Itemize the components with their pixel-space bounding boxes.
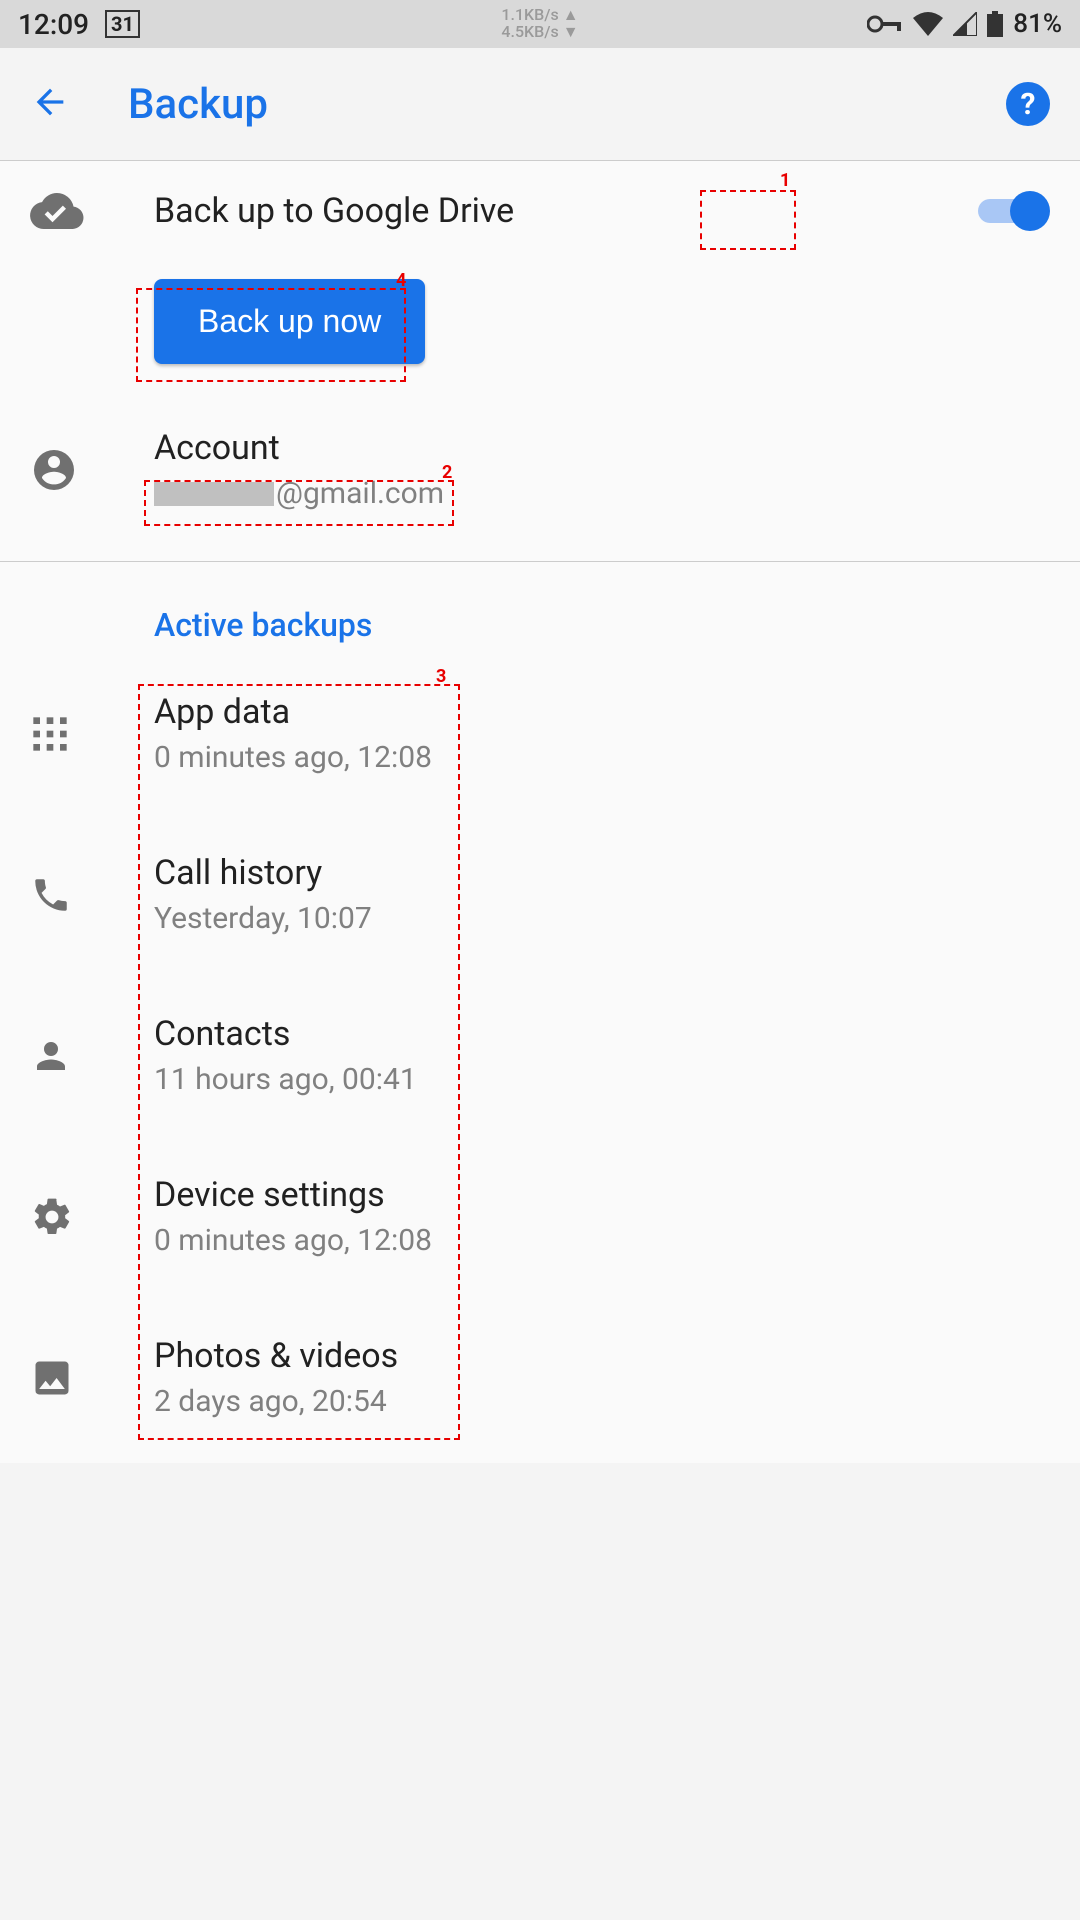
active-backups-header: Active backups: [0, 562, 1080, 658]
battery-percentage: 81%: [1013, 9, 1062, 39]
list-item-subtitle: 0 minutes ago, 12:08: [154, 740, 1050, 775]
phone-icon: [30, 874, 154, 916]
wifi-icon: [913, 12, 943, 36]
photos-videos-row[interactable]: Photos & videos 2 days ago, 20:54: [0, 1302, 1080, 1463]
account-circle-icon: [30, 446, 154, 494]
back-arrow-icon[interactable]: [30, 82, 70, 126]
app-data-row[interactable]: App data 0 minutes ago, 12:08: [0, 658, 1080, 819]
list-item-subtitle: 0 minutes ago, 12:08: [154, 1223, 1050, 1258]
backup-drive-label: Back up to Google Drive: [154, 191, 978, 231]
backup-now-button[interactable]: Back up now: [154, 279, 425, 364]
list-item-subtitle: 11 hours ago, 00:41: [154, 1062, 1050, 1097]
list-item-title: Photos & videos: [154, 1336, 1050, 1376]
backup-drive-toggle[interactable]: [978, 191, 1050, 231]
cloud-done-icon: [30, 193, 154, 229]
status-bar: 12:09 31 1.1KB/s ▲ 4.5KB/s ▼ 81%: [0, 0, 1080, 48]
cell-signal-icon: [953, 12, 977, 36]
list-item-title: App data: [154, 692, 1050, 732]
highlight-label-2: 2: [442, 462, 452, 483]
vpn-key-icon: [867, 14, 903, 34]
device-settings-row[interactable]: Device settings 0 minutes ago, 12:08: [0, 1141, 1080, 1302]
account-row[interactable]: Account @gmail.com: [0, 394, 1080, 561]
calendar-date-icon: 31: [105, 10, 140, 38]
apps-grid-icon: [30, 714, 154, 754]
list-item-title: Call history: [154, 853, 1050, 893]
image-icon: [30, 1356, 154, 1400]
app-bar: Backup ?: [0, 48, 1080, 160]
call-history-row[interactable]: Call history Yesterday, 10:07: [0, 819, 1080, 980]
network-speed-indicator: 1.1KB/s ▲ 4.5KB/s ▼: [366, 7, 714, 41]
list-item-subtitle: Yesterday, 10:07: [154, 901, 1050, 936]
person-icon: [30, 1035, 154, 1077]
highlight-label-4: 4: [396, 270, 406, 291]
account-email: @gmail.com: [154, 476, 1050, 511]
redacted-text: [154, 482, 274, 506]
list-item-title: Contacts: [154, 1014, 1050, 1054]
list-item-title: Device settings: [154, 1175, 1050, 1215]
backup-to-drive-row[interactable]: Back up to Google Drive: [0, 161, 1080, 261]
gear-icon: [30, 1195, 154, 1239]
account-label: Account: [154, 428, 1050, 468]
page-title: Backup: [128, 80, 1006, 129]
status-time: 12:09: [18, 8, 89, 41]
help-icon[interactable]: ?: [1006, 82, 1050, 126]
battery-icon: [987, 11, 1003, 37]
list-item-subtitle: 2 days ago, 20:54: [154, 1384, 1050, 1419]
highlight-label-1: 1: [780, 170, 790, 191]
contacts-row[interactable]: Contacts 11 hours ago, 00:41: [0, 980, 1080, 1141]
highlight-label-3: 3: [436, 666, 446, 687]
